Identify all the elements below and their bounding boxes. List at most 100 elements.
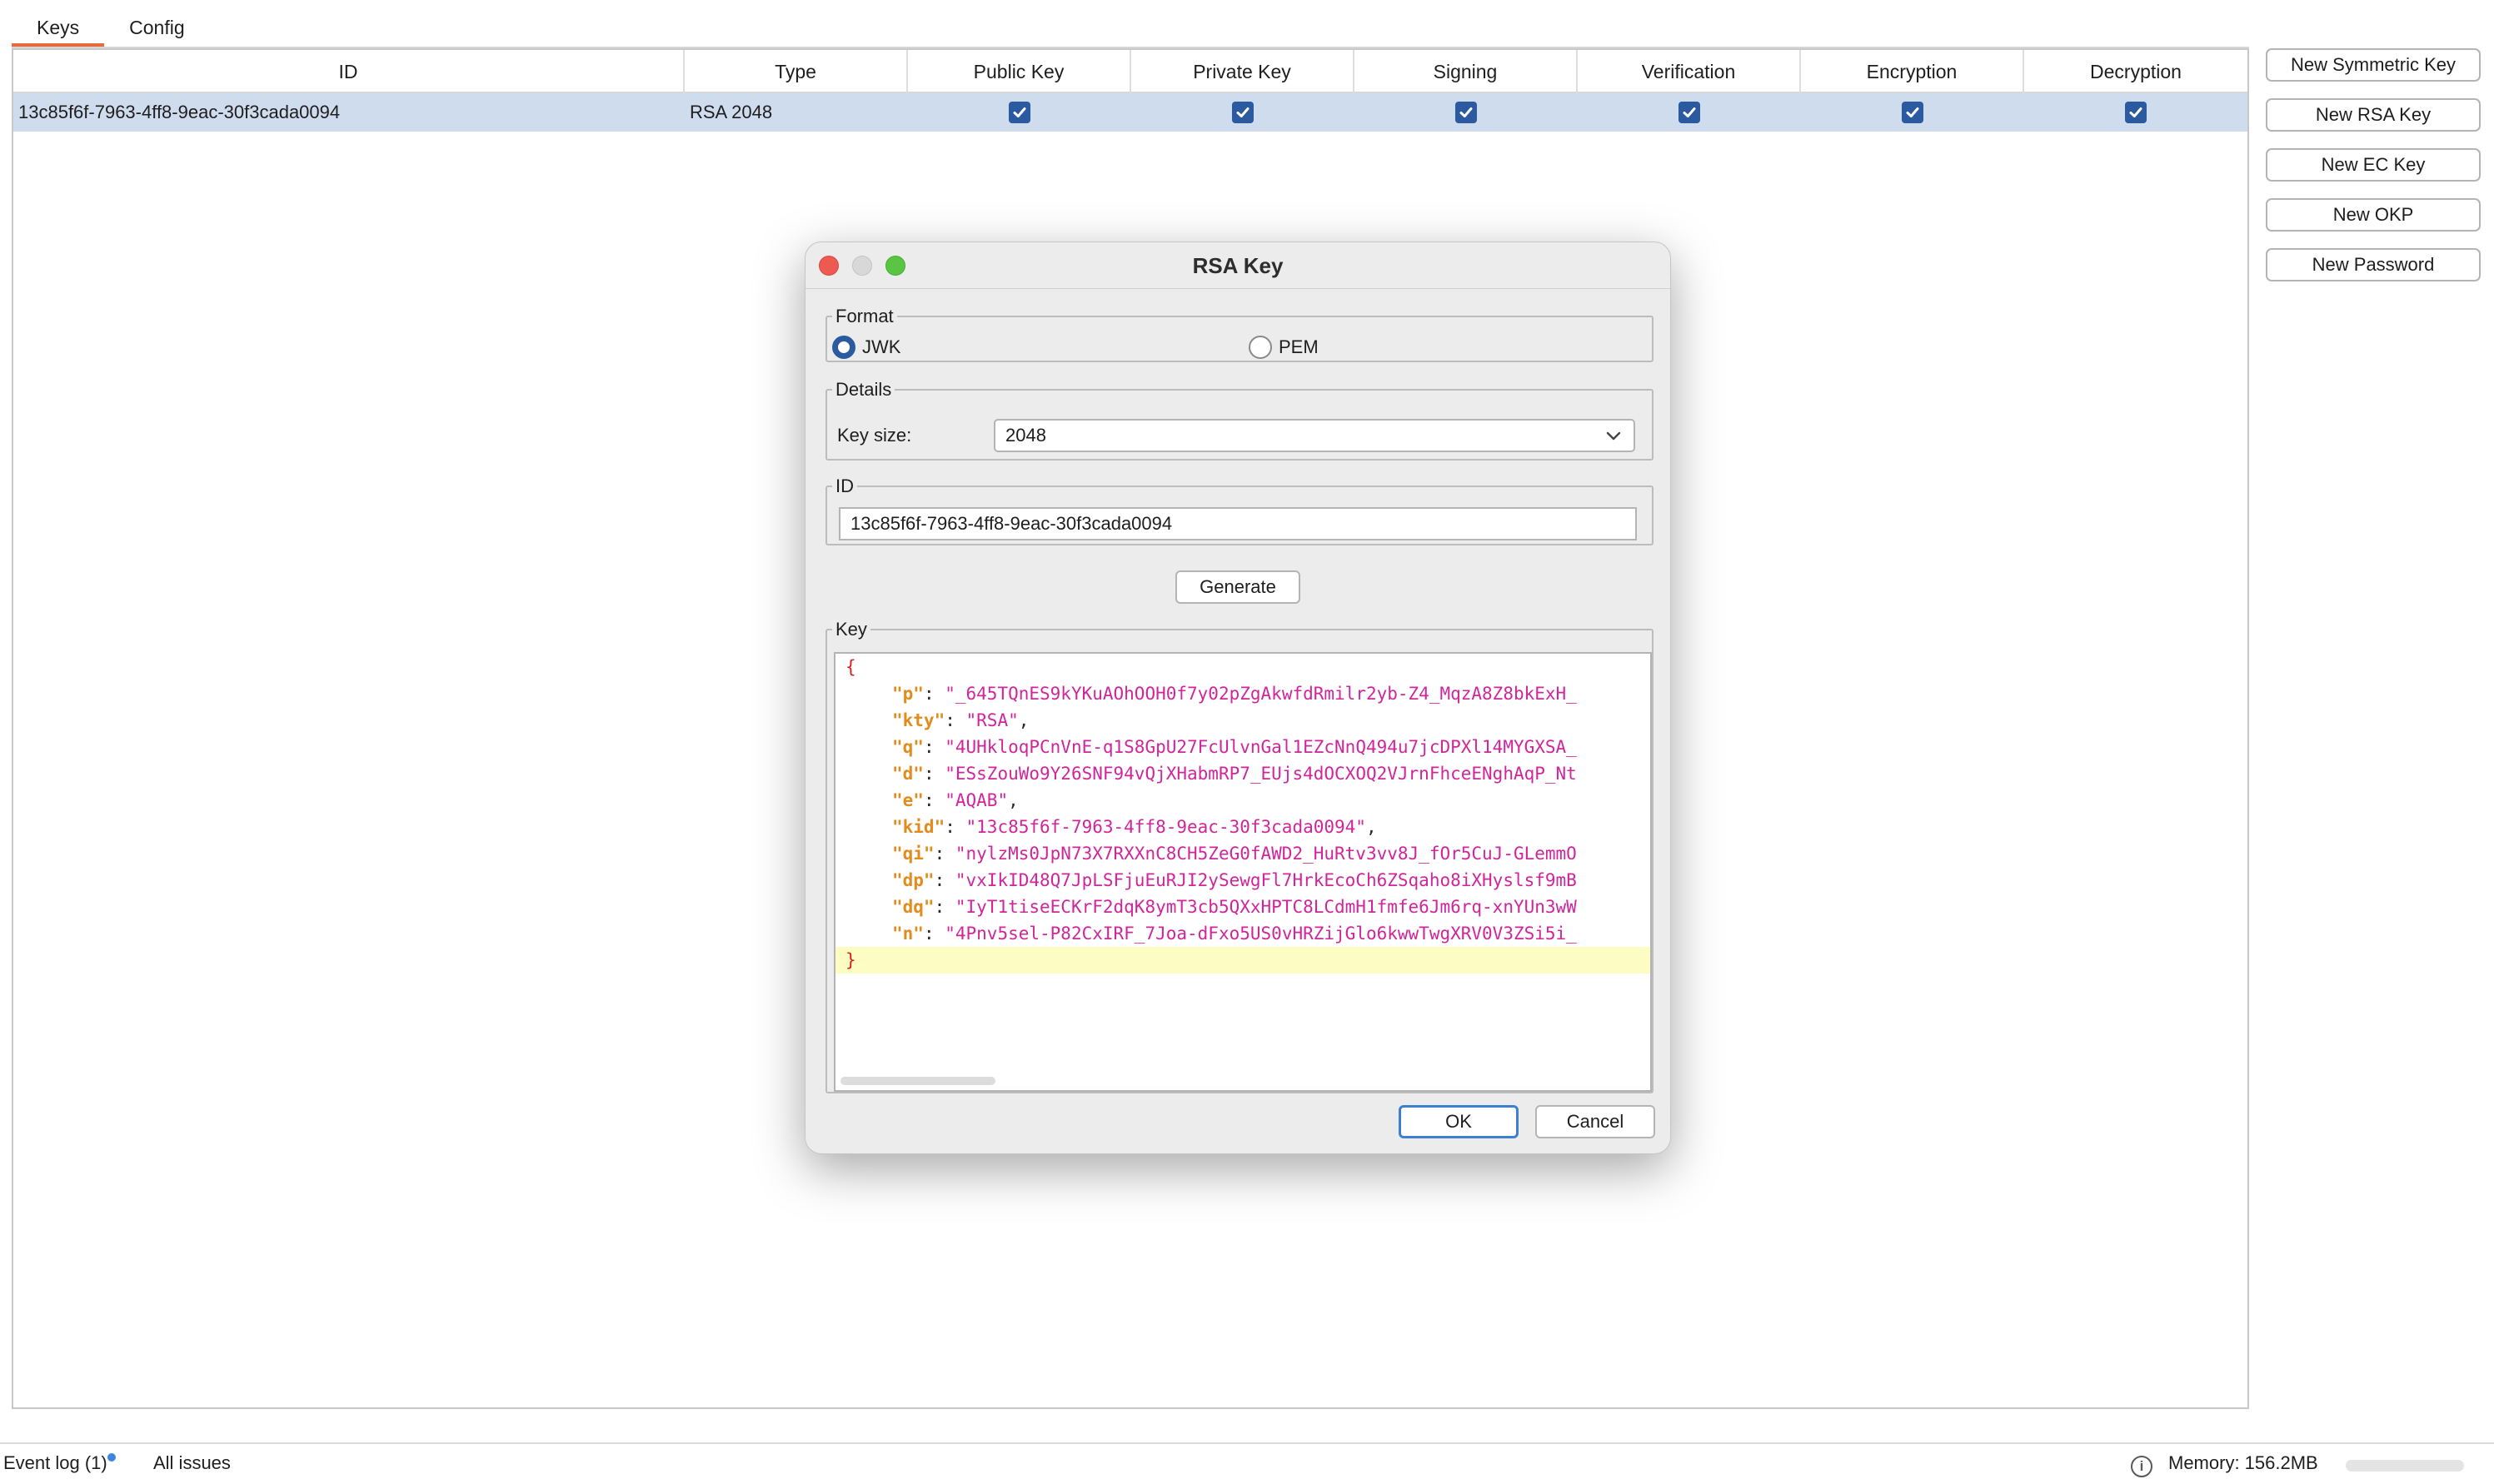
json-value: "4Pnv5sel-P82CxIRF_7Joa-dFxo5US0vHRZijGl… — [945, 924, 1577, 944]
open-brace: { — [845, 657, 856, 677]
column-header-private-key[interactable]: Private Key — [1131, 50, 1354, 93]
cell-id: 13c85f6f-7963-4ff8-9eac-30f3cada0094 — [18, 102, 341, 122]
tab-config[interactable]: Config — [104, 0, 209, 47]
key-id-input[interactable] — [839, 507, 1637, 540]
dialog-titlebar: RSA Key — [806, 242, 1670, 289]
radio-jwk-label: JWK — [862, 336, 901, 357]
code-line: "q": "4UHkloqPCnVnE-q1S8GpU27FcUlvnGal1E… — [892, 737, 1577, 757]
main-tabs: Keys Config — [12, 0, 210, 47]
format-legend: Format — [835, 306, 894, 326]
table-header: ID Type Public Key Private Key Signing V… — [13, 50, 2247, 93]
new-rsa-key-button[interactable]: New RSA Key — [2266, 98, 2481, 132]
key-json-editor[interactable]: { "p": "_645TQnES9kYKuAOhOOH0f7y02pZgAkw… — [834, 652, 1652, 1092]
radio-pem-indicator[interactable] — [1249, 336, 1272, 359]
details-group: Details Key size: 2048 — [826, 379, 1654, 461]
public-key-checkbox[interactable] — [1009, 102, 1030, 123]
new-okp-button[interactable]: New OKP — [2266, 198, 2481, 232]
cell-type: RSA 2048 — [690, 102, 773, 122]
json-key: "dp" — [892, 870, 935, 890]
json-key: "e" — [892, 790, 924, 810]
code-line: "kty": "RSA", — [892, 710, 1030, 730]
cell-signing — [1354, 93, 1578, 132]
code-line: "p": "_645TQnES9kYKuAOhOOH0f7y02pZgAkwfd… — [892, 684, 1577, 704]
encryption-checkbox[interactable] — [1902, 102, 1923, 123]
column-header-decryption[interactable]: Decryption — [2024, 50, 2247, 93]
memory-label: Memory: 156.2MB — [2168, 1452, 2318, 1473]
cell-public-key — [908, 93, 1131, 132]
cell-encryption — [1801, 93, 2024, 132]
column-header-id[interactable]: ID — [13, 50, 685, 93]
json-value: "IyT1tiseECKrF2dqK8ymT3cb5QXxHPTC8LCdmH1… — [955, 897, 1577, 917]
signing-checkbox[interactable] — [1455, 102, 1477, 123]
key-legend: Key — [835, 619, 867, 640]
json-value: "13c85f6f-7963-4ff8-9eac-30f3cada0094" — [965, 817, 1366, 837]
event-log-link[interactable]: Event log (1) — [3, 1452, 107, 1474]
key-size-label: Key size: — [837, 425, 912, 446]
column-header-verification[interactable]: Verification — [1578, 50, 1801, 93]
status-bar-divider — [0, 1442, 2494, 1444]
decryption-checkbox[interactable] — [2125, 102, 2147, 123]
tab-keys[interactable]: Keys — [12, 0, 105, 47]
column-header-public-key[interactable]: Public Key — [908, 50, 1131, 93]
json-value: "_645TQnES9kYKuAOhOOH0f7y02pZgAkwfdRmilr… — [945, 684, 1577, 704]
notification-dot-icon — [107, 1453, 116, 1462]
chevron-down-icon — [1606, 431, 1621, 441]
code-line: "dq": "IyT1tiseECKrF2dqK8ymT3cb5QXxHPTC8… — [892, 897, 1577, 917]
id-legend: ID — [835, 476, 854, 496]
info-icon[interactable]: i — [2131, 1456, 2152, 1477]
json-key: "p" — [892, 684, 924, 704]
json-key: "kty" — [892, 710, 945, 730]
memory-bar — [2346, 1460, 2464, 1472]
private-key-checkbox[interactable] — [1232, 102, 1254, 123]
cancel-button[interactable]: Cancel — [1535, 1105, 1655, 1138]
generate-button[interactable]: Generate — [1175, 570, 1300, 604]
key-size-select[interactable]: 2048 — [994, 419, 1635, 452]
code-line-current: } — [835, 947, 1650, 974]
radio-jwk-indicator[interactable] — [832, 336, 855, 359]
key-group: Key { "p": "_645TQnES9kYKuAOhOOH0f7y02pZ… — [826, 619, 1654, 1093]
verification-checkbox[interactable] — [1678, 102, 1700, 123]
json-value: "ESsZouWo9Y26SNF94vQjXHabmRP7_EUjs4dOCXO… — [945, 764, 1577, 784]
json-key: "n" — [892, 924, 924, 944]
new-symmetric-key-button[interactable]: New Symmetric Key — [2266, 48, 2481, 82]
close-brace: } — [845, 950, 856, 970]
ok-button[interactable]: OK — [1399, 1105, 1519, 1138]
code-line: "dp": "vxIkID48Q7JpLSFjuEuRJI2ySewgFl7Hr… — [892, 870, 1577, 890]
cell-verification — [1578, 93, 1801, 132]
json-key: "d" — [892, 764, 924, 784]
radio-pem-label: PEM — [1279, 336, 1319, 357]
code-line: "e": "AQAB", — [892, 790, 1019, 810]
table-row[interactable]: 13c85f6f-7963-4ff8-9eac-30f3cada0094 RSA… — [13, 93, 2247, 132]
json-key: "kid" — [892, 817, 945, 837]
dialog-title: RSA Key — [1192, 253, 1284, 278]
cell-decryption — [2024, 93, 2247, 132]
new-password-button[interactable]: New Password — [2266, 248, 2481, 281]
json-value: "RSA" — [965, 710, 1019, 730]
code-line: "d": "ESsZouWo9Y26SNF94vQjXHabmRP7_EUjs4… — [892, 764, 1577, 784]
code-line: { — [835, 654, 1650, 680]
key-size-value: 2048 — [1005, 425, 1046, 446]
all-issues-link[interactable]: All issues — [153, 1452, 231, 1474]
column-header-type[interactable]: Type — [685, 50, 908, 93]
json-value: "4UHkloqPCnVnE-q1S8GpU27FcUlvnGal1EZcNnQ… — [945, 737, 1577, 757]
radio-jwk[interactable]: JWK — [832, 336, 900, 359]
json-key: "dq" — [892, 897, 935, 917]
column-header-encryption[interactable]: Encryption — [1801, 50, 2024, 93]
horizontal-scrollbar[interactable] — [840, 1077, 995, 1085]
code-line: "kid": "13c85f6f-7963-4ff8-9eac-30f3cada… — [892, 817, 1377, 837]
column-header-signing[interactable]: Signing — [1354, 50, 1578, 93]
code-line: "qi": "nylzMs0JpN73X7RXXnC8CH5ZeG0fAWD2_… — [892, 844, 1577, 864]
json-value: "vxIkID48Q7JpLSFjuEuRJI2ySewgFl7HrkEcoCh… — [955, 870, 1577, 890]
code-line: "n": "4Pnv5sel-P82CxIRF_7Joa-dFxo5US0vHR… — [892, 924, 1577, 944]
details-legend: Details — [835, 379, 892, 400]
new-ec-key-button[interactable]: New EC Key — [2266, 148, 2481, 182]
json-key: "q" — [892, 737, 924, 757]
radio-pem[interactable]: PEM — [1249, 336, 1319, 359]
json-value: "AQAB" — [945, 790, 1009, 810]
rsa-key-dialog: RSA Key Format JWK PEM Details Key size:… — [805, 242, 1671, 1154]
cell-private-key — [1131, 93, 1354, 132]
format-group: Format JWK PEM — [826, 306, 1654, 362]
json-value: "nylzMs0JpN73X7RXXnC8CH5ZeG0fAWD2_HuRtv3… — [955, 844, 1577, 864]
json-key: "qi" — [892, 844, 935, 864]
id-group: ID — [826, 476, 1654, 545]
